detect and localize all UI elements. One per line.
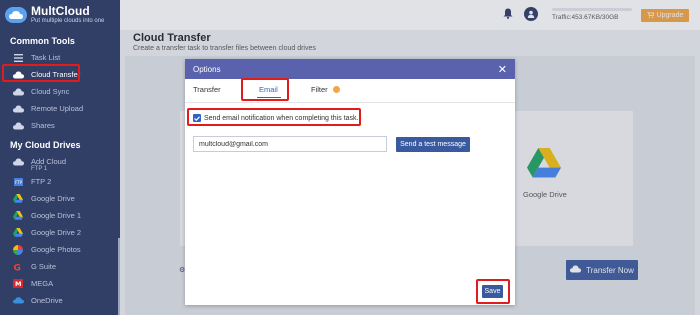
remote-upload-icon [12, 104, 24, 114]
sidebar-item-label: MEGA [31, 279, 54, 288]
transfer-now-label: Transfer Now [586, 265, 634, 275]
options-dialog: Options ✕ Transfer Email Filter Send ema… [185, 59, 515, 305]
brand-slogan: Put multiple clouds into one [31, 17, 105, 24]
highlight-box-checkbox [187, 108, 361, 126]
sidebar-item-google-drive[interactable]: Google Drive [0, 190, 120, 207]
sidebar-item-label: Google Photos [31, 245, 81, 254]
sidebar-item-label: Google Drive 1 [31, 211, 82, 220]
sidebar-item-ftp-2[interactable]: FTP FTP 2 [0, 173, 120, 190]
google-photos-icon [12, 244, 24, 255]
google-drive-icon [12, 194, 24, 204]
sidebar-item-label: Task List [31, 53, 61, 62]
sidebar-item-onedrive[interactable]: OneDrive [0, 292, 120, 309]
cloud-icon [570, 265, 582, 275]
sidebar-item-google-photos[interactable]: Google Photos [0, 241, 120, 258]
tab-filter-label: Filter [311, 85, 328, 94]
sidebar-item-label: Shares [31, 121, 55, 130]
premium-badge-icon [332, 86, 340, 93]
sidebar-item-label: FTP 2 [31, 177, 52, 186]
sidebar-item-label: G Suite [31, 262, 57, 271]
close-icon[interactable]: ✕ [498, 63, 507, 76]
highlight-box-cloud-transfer [2, 64, 80, 82]
svg-text:M: M [15, 280, 21, 288]
mega-icon: M [12, 279, 24, 289]
list-icon [12, 53, 24, 63]
ftp-icon [12, 164, 24, 174]
destination-label: Google Drive [523, 190, 567, 199]
sidebar-item-label: FTP 1 [31, 165, 48, 172]
multcloud-logo-icon [5, 7, 27, 23]
sidebar-item-label: Google Drive [31, 194, 75, 203]
common-tools-title: Common Tools [10, 36, 75, 46]
sidebar: MultCloud Put multiple clouds into one C… [0, 0, 120, 315]
brand-name: MultCloud [31, 3, 90, 18]
highlight-box-email-tab [241, 78, 289, 101]
g-suite-icon: G [12, 262, 24, 272]
page-description: Create a transfer task to transfer files… [133, 45, 316, 52]
google-drive-icon [12, 211, 24, 221]
sidebar-item-g-suite[interactable]: G G Suite [0, 258, 120, 275]
sidebar-item-cloud-sync[interactable]: Cloud Sync [0, 83, 120, 100]
sidebar-item-mega[interactable]: M MEGA [0, 275, 120, 292]
ftp-icon: FTP [12, 177, 24, 187]
sidebar-item-label: Cloud Sync [31, 87, 70, 96]
tab-filter[interactable]: Filter [311, 85, 340, 94]
sidebar-item-label: OneDrive [31, 296, 63, 305]
onedrive-icon [12, 296, 24, 306]
svg-text:FTP: FTP [15, 180, 23, 185]
cloud-sync-icon [12, 87, 24, 97]
google-drive-icon [12, 228, 24, 238]
traffic-text: Traffic:453.67KB/30GB [552, 14, 619, 21]
user-avatar-icon[interactable] [524, 7, 538, 21]
sidebar-item-shares[interactable]: Shares [0, 117, 120, 134]
sidebar-scrollbar[interactable] [118, 238, 120, 315]
sidebar-item-label: Google Drive 2 [31, 228, 82, 237]
send-test-message-button[interactable]: Send a test message [396, 137, 470, 152]
google-drive-icon [527, 148, 561, 180]
traffic-bar [552, 8, 632, 11]
dialog-header: Options ✕ [185, 59, 515, 79]
sidebar-item-remote-upload[interactable]: Remote Upload [0, 100, 120, 117]
cart-icon [646, 11, 655, 20]
sidebar-item-label: Remote Upload [31, 104, 84, 113]
tab-transfer[interactable]: Transfer [193, 85, 221, 94]
sidebar-item-google-drive-1[interactable]: Google Drive 1 [0, 207, 120, 224]
dialog-title: Options [193, 64, 221, 74]
svg-text:G: G [14, 263, 21, 272]
traffic-meter: Traffic:453.67KB/30GB [552, 8, 632, 21]
top-bar: Traffic:453.67KB/30GB Upgrade [120, 0, 700, 30]
share-icon [12, 121, 24, 131]
email-input[interactable] [193, 136, 387, 152]
dialog-tabs: Transfer Email Filter [185, 79, 515, 103]
highlight-box-save [476, 279, 510, 304]
transfer-now-button[interactable]: Transfer Now [566, 260, 638, 280]
bell-icon[interactable] [503, 8, 513, 21]
upgrade-button[interactable]: Upgrade [641, 9, 689, 22]
my-cloud-drives-title: My Cloud Drives [10, 140, 81, 150]
page-title: Cloud Transfer [133, 32, 211, 44]
brand[interactable]: MultCloud Put multiple clouds into one [0, 0, 120, 30]
upgrade-label: Upgrade [656, 12, 684, 19]
sidebar-item-google-drive-2[interactable]: Google Drive 2 [0, 224, 120, 241]
